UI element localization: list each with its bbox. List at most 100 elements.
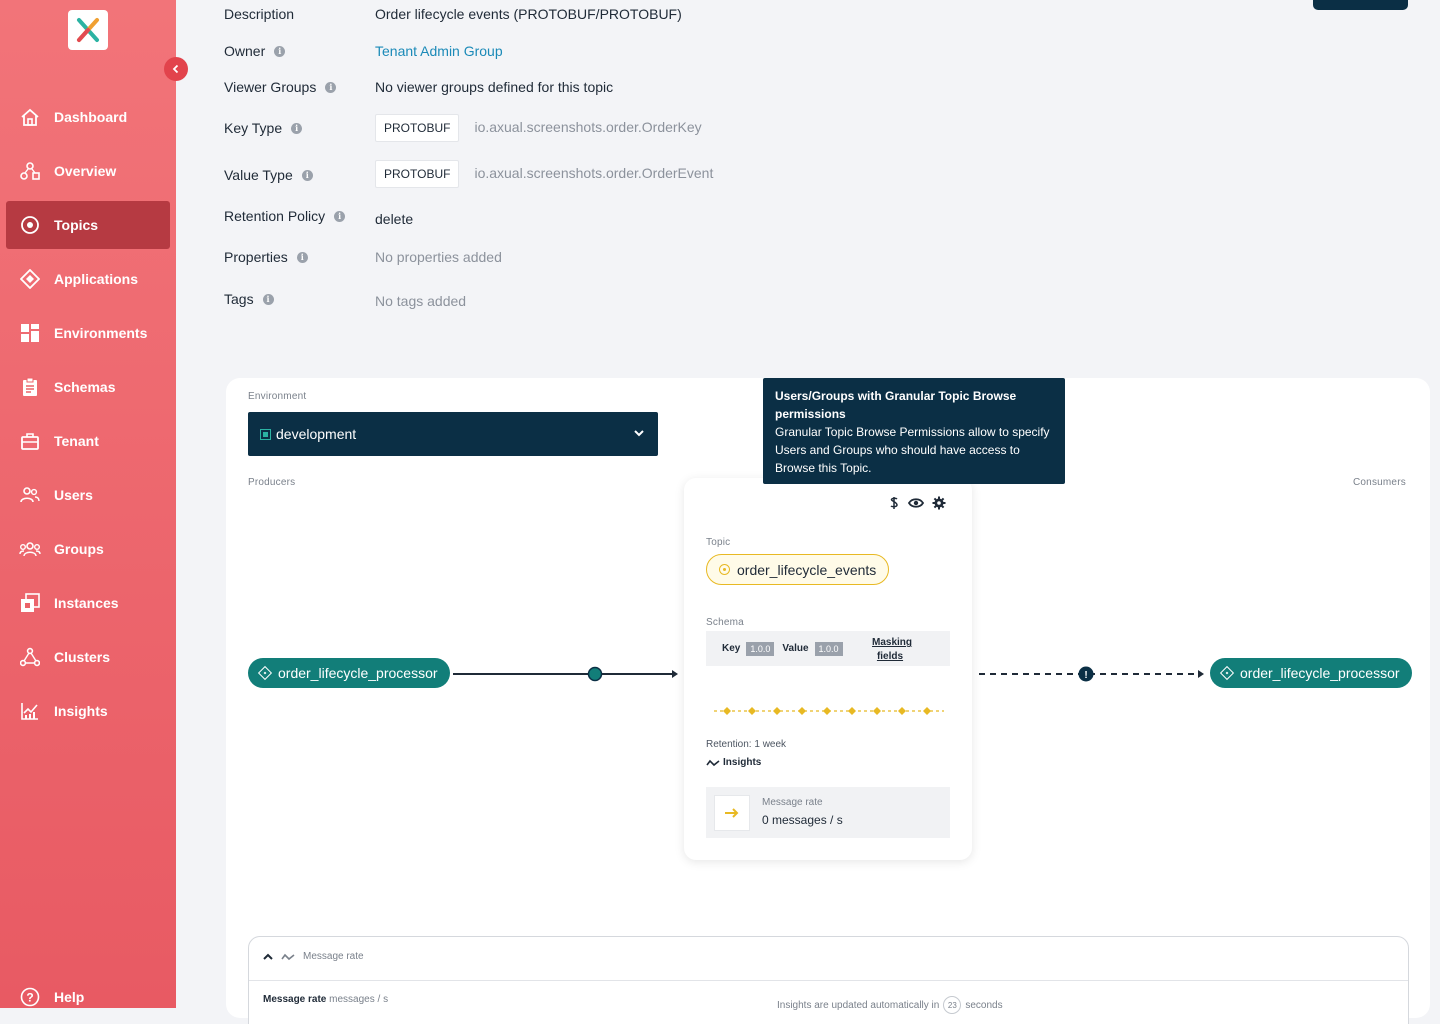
- users-icon: [18, 483, 42, 507]
- message-rate-box: Message rate 0 messages / s: [706, 787, 950, 838]
- sidebar-item-label: Dashboard: [54, 109, 128, 125]
- insights-panel-header[interactable]: Message rate: [263, 951, 364, 962]
- description-row: Description: [224, 6, 294, 22]
- tags-row: Tags i: [224, 291, 274, 307]
- info-icon[interactable]: i: [274, 45, 286, 57]
- value-type-label: Value Type: [224, 167, 293, 183]
- update-suffix: seconds: [965, 999, 1003, 1011]
- application-icon: [18, 267, 42, 291]
- sidebar-item-label: Topics: [54, 217, 99, 233]
- home-icon: [18, 105, 42, 129]
- owner-link[interactable]: Tenant Admin Group: [375, 43, 503, 59]
- grid-icon: [18, 321, 42, 345]
- help-label: Help: [54, 989, 85, 1005]
- key-version-badge[interactable]: 1.0.0: [746, 641, 775, 656]
- arrow-head-icon: [1198, 670, 1204, 678]
- update-prefix: Insights are updated automatically in: [777, 999, 940, 1011]
- divider: [249, 980, 1408, 981]
- insights-link[interactable]: Insights: [706, 757, 761, 768]
- viewer-groups-row: Viewer Groups i: [224, 79, 337, 95]
- owner-label: Owner: [224, 43, 266, 59]
- info-icon[interactable]: i: [296, 251, 308, 263]
- sidebar-item-label: Environments: [54, 325, 148, 341]
- key-type-label: Key Type: [224, 120, 283, 136]
- key-type-row: Key Type i: [224, 120, 303, 136]
- value-type-class: io.axual.screenshots.order.OrderEvent: [474, 165, 714, 181]
- consumer-app-pill[interactable]: order_lifecycle_processor: [1210, 658, 1412, 688]
- sidebar-item-overview[interactable]: Overview: [6, 147, 170, 195]
- description-label: Description: [224, 6, 295, 22]
- sidebar-item-label: Users: [54, 487, 93, 503]
- help-link[interactable]: ? Help: [18, 985, 84, 1009]
- producer-node-dot[interactable]: [587, 666, 603, 682]
- chevron-left-icon: [172, 64, 179, 74]
- application-icon: [257, 665, 273, 681]
- sidebar-item-topics[interactable]: Topics: [6, 201, 170, 249]
- topic-actions: [888, 496, 946, 510]
- environment-select[interactable]: development: [248, 412, 658, 456]
- sidebar-item-applications[interactable]: Applications: [6, 255, 170, 303]
- svg-text:?: ?: [26, 991, 33, 1005]
- retention-text: Retention: 1 week: [706, 739, 787, 750]
- sidebar-item-label: Insights: [54, 703, 108, 719]
- chevron-up-icon[interactable]: [263, 953, 273, 961]
- message-rate-value: 0 messages / s: [762, 813, 843, 827]
- consumers-label: Consumers: [1353, 477, 1406, 488]
- key-type-badge: PROTOBUF: [375, 114, 460, 142]
- sidebar-item-tenant[interactable]: Tenant: [6, 417, 170, 465]
- consumer-app-name: order_lifecycle_processor: [1240, 665, 1400, 681]
- sidebar-item-clusters[interactable]: Clusters: [6, 633, 170, 681]
- exclamation-icon: !: [1084, 670, 1087, 681]
- browse-permissions-tooltip: Users/Groups with Granular Topic Browse …: [763, 378, 1065, 484]
- schema-value-label: Value: [782, 643, 809, 654]
- sidebar-item-groups[interactable]: Groups: [6, 525, 170, 573]
- chart-title-label: Message rate: [263, 994, 327, 1005]
- key-type-class: io.axual.screenshots.order.OrderKey: [474, 119, 702, 135]
- insights-panel: Message rate Message rate messages / s I…: [248, 936, 1409, 1024]
- environment-label: Environment: [248, 391, 307, 402]
- eye-icon[interactable]: [908, 497, 924, 509]
- sidebar-item-instances[interactable]: Instances: [6, 579, 170, 627]
- properties-row: Properties i: [224, 249, 308, 265]
- producer-app-name: order_lifecycle_processor: [278, 665, 438, 681]
- tags-value: No tags added: [375, 293, 467, 309]
- sidebar-item-dashboard[interactable]: Dashboard: [6, 93, 170, 141]
- topic-name-chip[interactable]: order_lifecycle_events: [706, 554, 890, 585]
- environment-icon: [260, 428, 271, 440]
- description-value: Order lifecycle events (PROTOBUF/PROTOBU…: [375, 6, 682, 22]
- sidebar-item-insights[interactable]: Insights: [6, 687, 170, 735]
- owner-row: Owner i: [224, 43, 286, 59]
- clipboard-icon: [18, 375, 42, 399]
- info-icon[interactable]: i: [301, 169, 313, 181]
- chart-unit: messages / s: [329, 994, 389, 1005]
- info-icon[interactable]: i: [334, 210, 346, 222]
- sidebar-nav: Dashboard Overview Topics Applications E…: [6, 93, 170, 741]
- properties-value: No properties added: [375, 249, 502, 265]
- value-type-value: PROTOBUF io.axual.screenshots.order.Order…: [375, 160, 713, 188]
- gear-icon[interactable]: [932, 496, 946, 510]
- producer-app-pill[interactable]: order_lifecycle_processor: [248, 658, 450, 688]
- topic-name: order_lifecycle_events: [737, 561, 877, 578]
- sidebar-item-label: Clusters: [54, 649, 111, 665]
- partitions-line: [714, 707, 944, 715]
- dollar-icon[interactable]: [888, 496, 900, 510]
- sidebar-collapse-button[interactable]: [164, 57, 188, 81]
- sidebar-item-label: Instances: [54, 595, 119, 611]
- trend-icon: [706, 759, 720, 766]
- producers-label: Producers: [248, 477, 296, 488]
- clusters-icon: [18, 645, 42, 669]
- edit-button[interactable]: [1313, 0, 1408, 10]
- environment-value: development: [276, 426, 357, 442]
- sidebar-item-environments[interactable]: Environments: [6, 309, 170, 357]
- value-version-badge[interactable]: 1.0.0: [814, 641, 843, 656]
- topic-label: Topic: [706, 537, 731, 548]
- masking-fields-link[interactable]: Masking fields: [872, 636, 912, 664]
- info-icon[interactable]: i: [262, 293, 274, 305]
- info-icon[interactable]: i: [291, 122, 303, 134]
- sidebar-item-schemas[interactable]: Schemas: [6, 363, 170, 411]
- axual-logo[interactable]: [68, 10, 108, 50]
- info-icon[interactable]: i: [325, 81, 337, 93]
- key-type-value: PROTOBUF io.axual.screenshots.order.Order…: [375, 114, 702, 142]
- countdown-timer: 23: [943, 996, 962, 1014]
- sidebar-item-users[interactable]: Users: [6, 471, 170, 519]
